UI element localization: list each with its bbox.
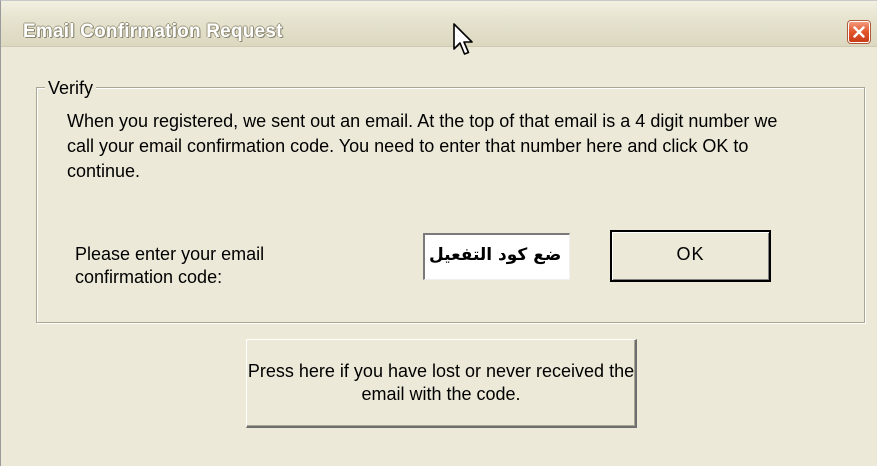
ok-button[interactable]: OK — [610, 230, 771, 282]
verify-group-label: Verify — [45, 78, 97, 99]
window-title: Email Confirmation Request — [23, 21, 283, 42]
confirmation-code-label: Please enter your email confirmation cod… — [75, 244, 265, 287]
title-bar[interactable]: Email Confirmation Request — [1, 1, 877, 47]
mouse-pointer-icon — [453, 23, 475, 62]
email-confirmation-dialog: Email Confirmation Request Verify When y… — [0, 0, 877, 466]
close-icon — [853, 26, 865, 38]
instructions-text: When you registered, we sent out an emai… — [67, 111, 778, 181]
close-button[interactable] — [848, 21, 870, 43]
lost-email-button[interactable]: Press here if you have lost or never rec… — [246, 339, 637, 428]
confirmation-code-input[interactable]: ضع كود التفعيل — [423, 233, 570, 280]
